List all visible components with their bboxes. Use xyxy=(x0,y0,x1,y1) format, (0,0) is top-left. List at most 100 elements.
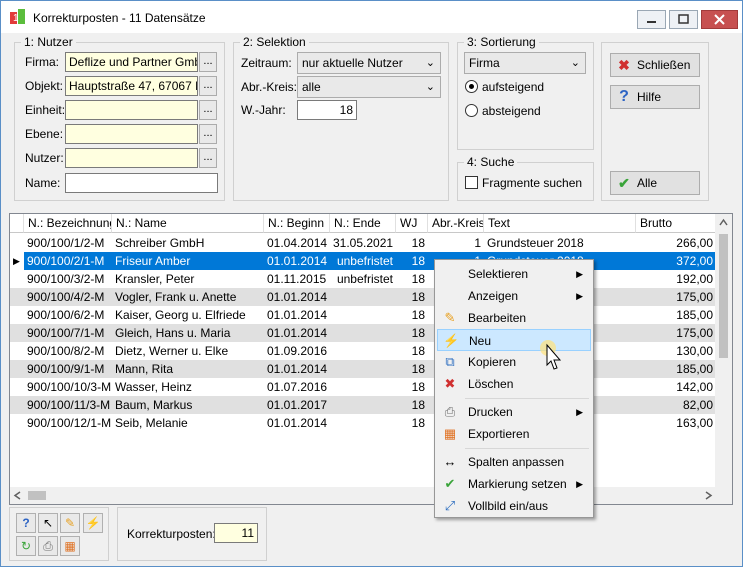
menu-item-bearbeiten[interactable]: ✎ Bearbeiten xyxy=(437,307,591,329)
table-row[interactable]: ▶ 900/100/2/1-M Friseur Amber 01.01.2014 unb… xyxy=(10,252,716,270)
column-header[interactable]: N.: Beginn xyxy=(264,214,330,233)
table-cell: 01.01.2014 xyxy=(267,326,328,340)
help-button-label: Hilfe xyxy=(637,90,662,104)
table-row[interactable]: 900/100/7/1-M Gleich, Hans u. Maria 01.01.… xyxy=(10,324,716,342)
table-cell: 142,00 xyxy=(676,380,713,394)
zeitraum-select[interactable]: nur aktuelle Nutzer ⌄ xyxy=(297,52,441,74)
menu-item-loeschen[interactable]: ✖ Löschen xyxy=(437,373,591,395)
menu-item-kopieren[interactable]: ⧉ Kopieren xyxy=(437,351,591,373)
table-row[interactable]: 900/100/3/2-M Kransler, Peter 01.11.2015 un… xyxy=(10,270,716,288)
menu-item-drucken[interactable]: ⎙ Drucken ▶ xyxy=(437,401,591,423)
check-all-icon: ✔ xyxy=(618,175,630,191)
export-icon[interactable]: ▦ xyxy=(60,536,80,556)
table-cell xyxy=(330,288,396,306)
close-window-button[interactable] xyxy=(701,10,738,29)
objekt-field[interactable]: Hauptstraße 47, 67067 Lud xyxy=(65,76,198,96)
column-header[interactable]: N.: Bezeichnung xyxy=(24,214,112,233)
nutzer-field[interactable] xyxy=(65,148,198,168)
table-row[interactable]: 900/100/9/1-M Mann, Rita 01.01.2014 18 185,0… xyxy=(10,360,716,378)
column-header[interactable]: Abr.-Kreis xyxy=(428,214,484,233)
menu-item-anzeigen[interactable]: Anzeigen ▶ xyxy=(437,285,591,307)
vertical-scrollbar[interactable] xyxy=(715,214,732,488)
row-header-corner xyxy=(10,214,24,233)
mouse-cursor-icon xyxy=(540,340,562,370)
horizontal-scrollbar[interactable] xyxy=(10,487,716,504)
pointer-icon[interactable]: ↖ xyxy=(38,513,58,533)
menu-separator xyxy=(465,398,589,399)
table-cell: Vogler, Frank u. Anette xyxy=(115,290,237,304)
close-icon xyxy=(714,14,725,25)
column-header[interactable]: Text xyxy=(484,214,636,233)
nutzer-lookup-button[interactable]: ... xyxy=(199,148,217,168)
table-row[interactable]: 900/100/1/2-M Schreiber GmbH 01.04.2014 31.… xyxy=(10,234,716,252)
help-icon[interactable]: ? xyxy=(16,513,36,533)
lightning-icon: ⚡ xyxy=(443,333,460,348)
table-row[interactable]: 900/100/10/3-M Wasser, Heinz 01.07.2016 18 1… xyxy=(10,378,716,396)
table-cell: 01.01.2014 xyxy=(267,254,328,268)
all-button[interactable]: ✔ Alle xyxy=(610,171,700,195)
data-grid[interactable]: N.: Bezeichnung N.: Name N.: Beginn N.: … xyxy=(9,213,733,505)
wjahr-input[interactable]: 18 xyxy=(297,100,357,120)
table-row[interactable]: 900/100/12/1-M Seib, Melanie 01.01.2014 18 1… xyxy=(10,414,716,432)
ebene-lookup-button[interactable]: ... xyxy=(199,124,217,144)
menu-item-neu[interactable]: ⚡ Neu xyxy=(437,329,591,351)
ebene-field[interactable] xyxy=(65,124,198,144)
menu-item-label: Spalten anpassen xyxy=(468,455,565,469)
fragments-checkbox[interactable] xyxy=(465,176,478,189)
menu-item-vollbild[interactable]: ⤢ Vollbild ein/aus xyxy=(437,495,591,517)
table-cell: 18 xyxy=(411,290,425,304)
fullscreen-icon: ⤢ xyxy=(444,498,456,513)
scroll-arrows-icon xyxy=(719,218,728,358)
close-icon: ✖ xyxy=(618,57,630,73)
name-input[interactable] xyxy=(65,173,218,193)
menu-item-selektieren[interactable]: Selektieren ▶ xyxy=(437,263,591,285)
refresh-icon[interactable]: ↻ xyxy=(16,536,36,556)
current-row-indicator-icon: ▶ xyxy=(10,252,24,270)
column-header[interactable]: N.: Ende xyxy=(330,214,396,233)
table-cell: 266,00 xyxy=(676,236,713,250)
firma-lookup-button[interactable]: ... xyxy=(199,52,217,72)
table-cell: Schreiber GmbH xyxy=(115,236,205,250)
app-icon: 1 xyxy=(9,8,27,26)
column-header[interactable]: WJ xyxy=(396,214,428,233)
count-value: 11 xyxy=(214,523,258,543)
nutzer-group-title: 1: Nutzer xyxy=(21,35,76,49)
menu-item-label: Vollbild ein/aus xyxy=(468,499,549,513)
table-cell: 01.01.2014 xyxy=(267,416,328,430)
firma-field[interactable]: Deflize und Partner GmbH xyxy=(65,52,198,72)
table-row[interactable]: 900/100/8/2-M Dietz, Werner u. Elke 01.09.… xyxy=(10,342,716,360)
ascending-radio[interactable] xyxy=(465,80,478,93)
maximize-button[interactable] xyxy=(669,10,698,29)
einheit-field[interactable] xyxy=(65,100,198,120)
table-cell: 900/100/6/2-M xyxy=(27,308,105,322)
table-cell: Dietz, Werner u. Elke xyxy=(115,344,229,358)
objekt-lookup-button[interactable]: ... xyxy=(199,76,217,96)
ascending-label: aufsteigend xyxy=(482,80,545,94)
lightning-icon[interactable]: ⚡ xyxy=(83,513,103,533)
menu-item-spalten[interactable]: ↔ Spalten anpassen xyxy=(437,451,591,473)
abr-kreis-select[interactable]: alle ⌄ xyxy=(297,76,441,98)
column-resize-icon: ↔ xyxy=(443,454,457,469)
close-button[interactable]: ✖ Schließen xyxy=(610,53,700,77)
table-cell: 01.01.2014 xyxy=(267,362,328,376)
table-cell: 900/100/7/1-M xyxy=(27,326,105,340)
column-header[interactable]: N.: Name xyxy=(112,214,264,233)
export-icon: ▦ xyxy=(443,426,457,441)
ebene-label: Ebene: xyxy=(25,127,64,141)
menu-item-exportieren[interactable]: ▦ Exportieren xyxy=(437,423,591,445)
einheit-lookup-button[interactable]: ... xyxy=(199,100,217,120)
descending-radio[interactable] xyxy=(465,104,478,117)
printer-icon[interactable]: ⎙ xyxy=(38,536,58,556)
help-button[interactable]: ? Hilfe xyxy=(610,85,700,109)
menu-item-markierung[interactable]: ✔ Markierung setzen ▶ xyxy=(437,473,591,495)
table-cell: 18 xyxy=(411,398,425,412)
sortierung-select[interactable]: Firma ⌄ xyxy=(464,52,586,74)
table-row[interactable]: 900/100/4/2-M Vogler, Frank u. Anette 01.0… xyxy=(10,288,716,306)
table-row[interactable]: 900/100/11/3-M Baum, Markus 01.01.2017 18 82… xyxy=(10,396,716,414)
pencil-icon[interactable]: ✎ xyxy=(60,513,80,533)
minimize-button[interactable] xyxy=(637,10,666,29)
table-row[interactable]: 900/100/6/2-M Kaiser, Georg u. Elfriede 01… xyxy=(10,306,716,324)
column-header[interactable]: Brutto xyxy=(636,214,716,233)
table-cell xyxy=(330,324,396,342)
table-cell: 18 xyxy=(411,416,425,430)
